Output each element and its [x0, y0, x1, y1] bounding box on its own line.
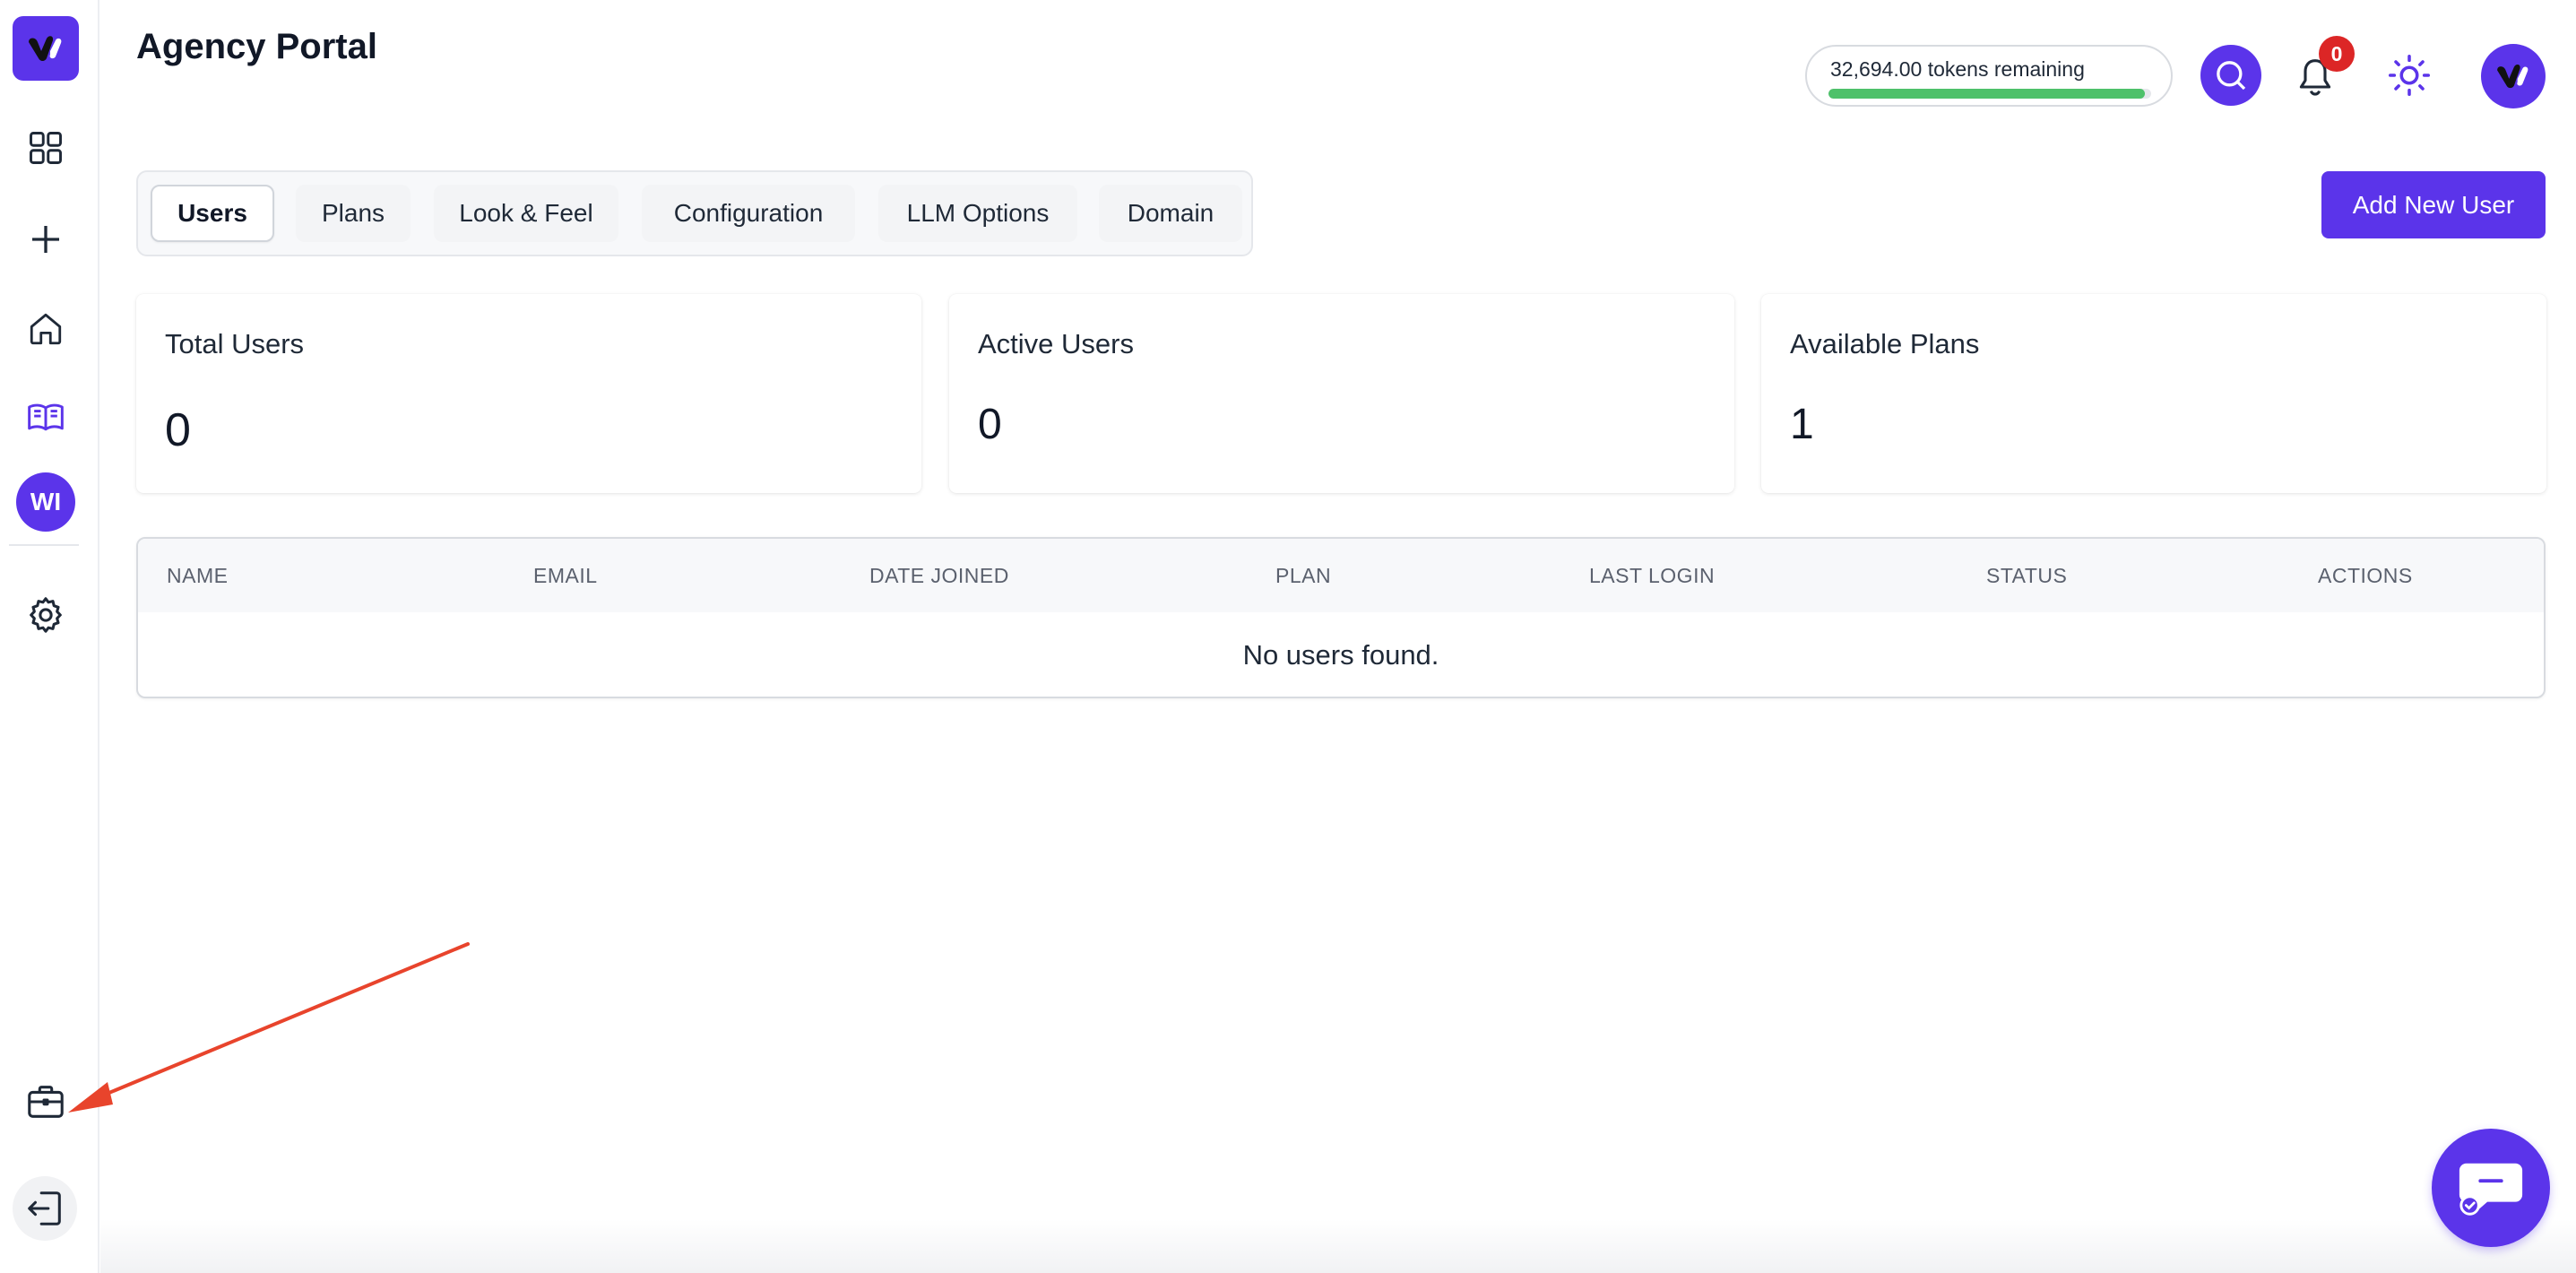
tab-plans[interactable]: Plans [296, 185, 411, 242]
add-new-user-button[interactable]: Add New User [2321, 171, 2546, 238]
tab-users[interactable]: Users [151, 185, 274, 242]
theme-toggle[interactable] [2384, 50, 2434, 100]
stat-value: 0 [165, 404, 191, 456]
stat-value: 1 [1790, 401, 1814, 448]
column-header-plan[interactable]: PLAN [1275, 564, 1331, 588]
logout-icon[interactable] [17, 1181, 73, 1236]
tab-look-and-feel[interactable]: Look & Feel [434, 185, 618, 242]
bottom-fade [100, 1219, 2576, 1273]
chat-widget-button[interactable] [2432, 1129, 2550, 1247]
stat-label: Total Users [165, 328, 305, 359]
column-header-date-joined[interactable]: DATE JOINED [869, 564, 1009, 588]
table-header: NAME EMAIL DATE JOINED PLAN LAST LOGIN S… [138, 539, 2544, 612]
column-header-actions: ACTIONS [2318, 564, 2413, 587]
sun-icon [2388, 54, 2431, 97]
stat-label: Available Plans [1790, 328, 1980, 359]
gear-icon[interactable] [18, 587, 73, 643]
user-avatar-logo-icon [2497, 65, 2528, 89]
sidebar-divider [9, 544, 79, 546]
briefcase-icon[interactable] [18, 1074, 73, 1130]
search-icon [2217, 61, 2246, 91]
app-logo[interactable] [13, 16, 79, 81]
workspace-avatar[interactable]: WI [16, 472, 75, 532]
chat-bubble-icon [2459, 1163, 2523, 1216]
tab-domain[interactable]: Domain [1099, 185, 1242, 242]
annotation-arrow-line [88, 942, 470, 1103]
tokens-progress-bar [1828, 89, 2151, 99]
book-icon[interactable] [18, 389, 73, 445]
stat-card-active-users: Active Users 0 [949, 294, 1734, 493]
stat-label: Active Users [978, 328, 1134, 359]
grid-icon[interactable] [18, 120, 73, 176]
tokens-remaining-pill: 32,694.00 tokens remaining [1805, 45, 2173, 107]
page-title: Agency Portal [136, 27, 377, 66]
column-header-email[interactable]: EMAIL [533, 564, 598, 588]
users-table: NAME EMAIL DATE JOINED PLAN LAST LOGIN S… [136, 537, 2546, 698]
column-header-last-login[interactable]: LAST LOGIN [1589, 564, 1715, 588]
notification-count-badge: 0 [2319, 36, 2355, 72]
empty-table-message: No users found. [1242, 639, 1439, 671]
stat-card-total-users: Total Users 0 [136, 294, 921, 493]
column-header-name[interactable]: NAME [167, 564, 228, 588]
search-button[interactable] [2200, 45, 2261, 106]
user-avatar[interactable] [2481, 44, 2546, 108]
tab-configuration[interactable]: Configuration [642, 185, 855, 242]
home-icon[interactable] [18, 301, 73, 357]
sidebar: WI [0, 0, 99, 1273]
tokens-remaining-text: 32,694.00 tokens remaining [1830, 57, 2085, 81]
portal-tabs: Users Plans Look & Feel Configuration LL… [136, 170, 1253, 256]
logo-mark-icon [29, 36, 62, 61]
stat-card-available-plans: Available Plans 1 [1761, 294, 2546, 493]
stat-value: 0 [978, 401, 1002, 448]
tab-llm-options[interactable]: LLM Options [878, 185, 1077, 242]
column-header-status[interactable]: STATUS [1986, 564, 2067, 588]
plus-icon[interactable] [18, 212, 73, 267]
tokens-progress-fill [1828, 89, 2145, 99]
